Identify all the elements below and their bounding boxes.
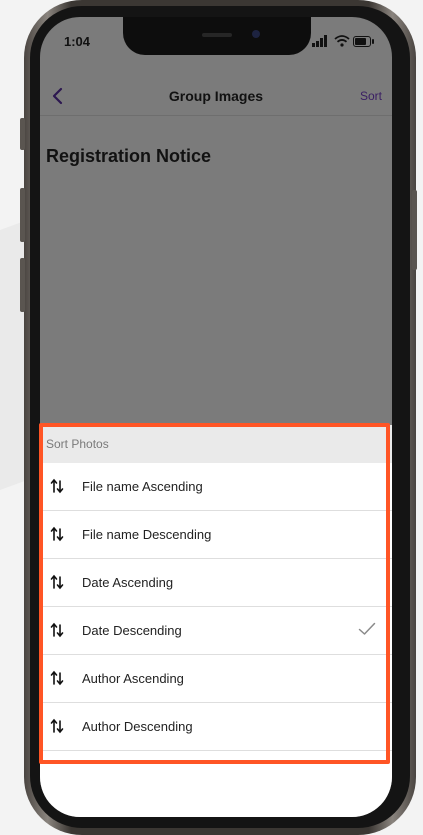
sort-arrows-icon [50, 622, 64, 638]
volume-down-button [20, 258, 25, 312]
sort-option-label: Date Descending [82, 623, 182, 638]
sort-option-author-descending[interactable]: Author Descending [40, 703, 392, 751]
notch [123, 17, 311, 55]
sort-option-label: Author Ascending [82, 671, 184, 686]
sort-option-file-name-descending[interactable]: File name Descending [40, 511, 392, 559]
navigation-bar: Group Images Sort [40, 79, 392, 116]
signal-icon [312, 35, 328, 47]
mute-switch [20, 118, 25, 150]
battery-icon [353, 36, 374, 47]
nav-title: Group Images [168, 88, 264, 104]
sheet-header: Sort Photos [40, 425, 392, 463]
sort-option-label: File name Descending [82, 527, 212, 542]
status-icons [312, 35, 374, 47]
sort-option-author-ascending[interactable]: Author Ascending [40, 655, 392, 703]
sort-arrows-icon [50, 526, 64, 542]
status-time: 1:04 [64, 34, 91, 49]
sort-arrows-icon [50, 670, 64, 686]
sort-option-label: File name Ascending [82, 479, 203, 494]
wifi-icon [334, 35, 350, 47]
sort-option-file-name-ascending[interactable]: File name Ascending [40, 463, 392, 511]
sort-option-label: Author Descending [82, 719, 193, 734]
sort-option-label: Date Ascending [82, 575, 174, 590]
front-camera [252, 30, 260, 38]
speaker-grille [202, 33, 232, 37]
sort-option-date-descending[interactable]: Date Descending [40, 607, 392, 655]
page-title: Registration Notice [46, 146, 212, 166]
sort-button[interactable]: Sort [360, 89, 382, 103]
sort-action-sheet: Sort Photos File name Ascending File nam… [40, 425, 392, 817]
sort-arrows-icon [50, 574, 64, 590]
sort-arrows-icon [50, 718, 64, 734]
power-button [412, 190, 417, 270]
checkmark-icon [358, 622, 376, 635]
phone-screen: 1:04 Group Images Sort Registration Noti… [40, 17, 392, 817]
sort-option-date-ascending[interactable]: Date Ascending [40, 559, 392, 607]
sort-arrows-icon [50, 478, 64, 494]
volume-up-button [20, 188, 25, 242]
